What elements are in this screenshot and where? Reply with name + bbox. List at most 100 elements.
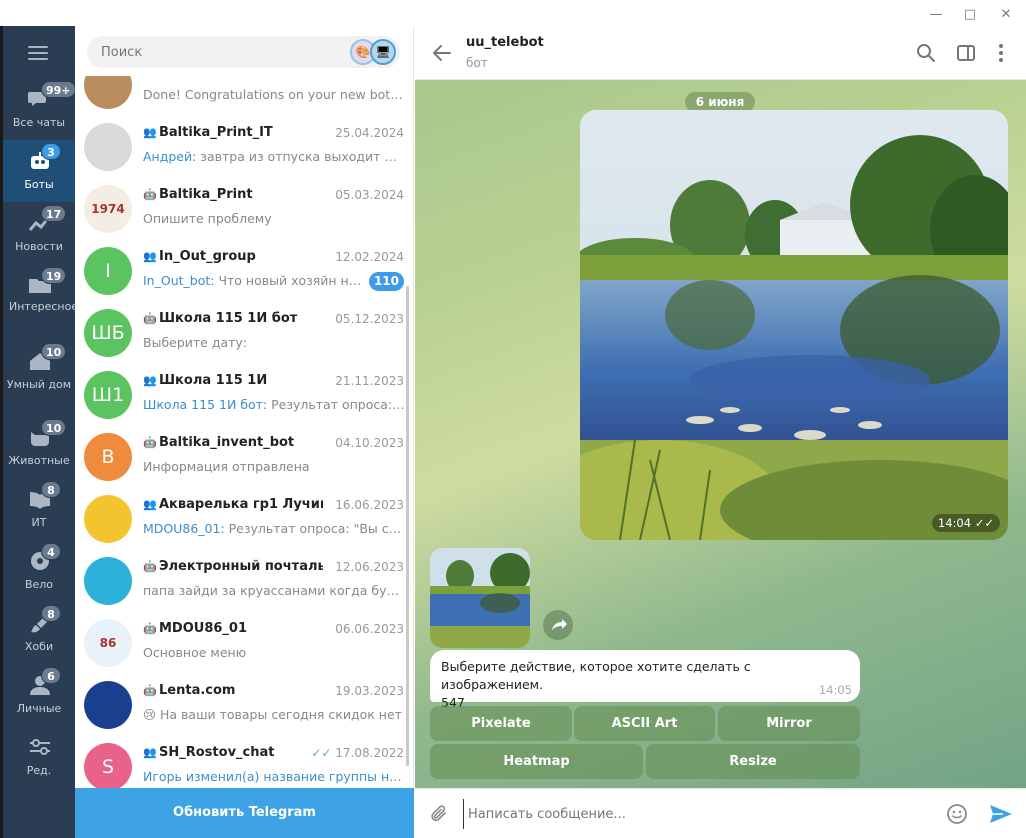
folder-ball[interactable]: 4 Вело [3, 540, 75, 602]
folder-label: Новости [15, 240, 63, 253]
chat-avatar: S [84, 743, 132, 788]
bot-icon: 🤖 [143, 560, 157, 573]
resize-button[interactable]: Resize [646, 744, 860, 779]
folder-person[interactable]: 6 Личные [3, 664, 75, 726]
bot-icon: 🤖 [143, 622, 157, 635]
chat-row[interactable]: Done! Congratulations on your new bot. Y… [75, 76, 409, 116]
chat-list-scrollbar[interactable] [406, 286, 409, 766]
maximize-icon[interactable]: □ [960, 6, 980, 24]
pixelate-button[interactable]: Pixelate [430, 706, 572, 741]
chat-date: 05.03.2024 [335, 188, 404, 202]
message-text: Выберите действие, которое хотите сделат… [441, 659, 751, 710]
folder-label: Все чаты [12, 116, 66, 129]
chat-preview: In_Out_bot: Что новый хозяйн над... [143, 273, 368, 288]
chat-avatar: Ш1 [84, 371, 132, 419]
thumbnail-image [430, 548, 530, 648]
message-input[interactable] [463, 799, 933, 829]
chat-row[interactable]: 86 🤖 MDOU86_01 06.06.2023 Основное меню [75, 612, 409, 674]
folder-chart[interactable]: 17 Новости [3, 202, 75, 264]
chat-name: 👥 In_Out_group [143, 249, 256, 264]
minimize-icon[interactable]: — [926, 6, 946, 24]
update-telegram-button[interactable]: Обновить Telegram [75, 788, 414, 838]
folder-label: Умный дом [6, 378, 72, 391]
search-input[interactable] [101, 36, 351, 68]
chat-row[interactable]: S 👥 SH_Rostov_chat ✓✓ 17.08.2022 Игорь измен… [75, 736, 409, 788]
chat-preview: Основное меню [143, 645, 247, 660]
message-time: 14:05 [818, 683, 852, 697]
folder-folder[interactable]: 19 Интересное [3, 264, 78, 326]
chat-name: 🤖 Школа 115 1И бот [143, 311, 298, 326]
watercolor-photo[interactable]: 14:04 ✓✓ [580, 110, 1008, 540]
chat-row[interactable]: I 👥 In_Out_group 12.02.2024 In_Out_bot: Что … [75, 240, 409, 302]
group-icon: 👥 [143, 746, 157, 759]
chat-row[interactable]: Ш1 👥 Школа 115 1И 21.11.2023 Школа 115 1И бо… [75, 364, 409, 426]
ascii-art-button[interactable]: ASCII Art [574, 706, 715, 741]
chat-title[interactable]: uu_telebot [466, 35, 544, 50]
back-arrow-icon[interactable] [431, 42, 453, 64]
folder-brush[interactable]: 8 Хоби [3, 602, 75, 664]
close-icon[interactable]: ✕ [996, 6, 1016, 24]
more-options-icon[interactable] [990, 42, 1012, 64]
chat-avatar: 1974 [84, 185, 132, 233]
folder-unread-badge: 3 [41, 143, 61, 160]
folder-cat[interactable]: 10 Животные [3, 416, 75, 478]
folder-house[interactable]: 10 Умный дом [3, 340, 75, 402]
chat-row[interactable]: ШБ 🤖 Школа 115 1И бот 05.12.2023 Выберите да… [75, 302, 409, 364]
chat-background: 6 июня 14:04 ✓✓ Выберите действие, котор… [415, 80, 1026, 788]
chat-preview: Опишите проблему [143, 211, 272, 226]
chat-header: uu_telebot бот [415, 26, 1026, 80]
chat-avatar [84, 557, 132, 605]
story-avatar-icon[interactable]: 🖥 [370, 39, 396, 65]
chat-row[interactable]: B 🤖 Baltika_invent_bot 04.10.2023 Информация… [75, 426, 409, 488]
folder-chat-bubbles[interactable]: 99+ Все чаты [3, 78, 76, 140]
message-bubble: Выберите действие, которое хотите сделат… [430, 650, 860, 710]
chat-date: 16.06.2023 [335, 498, 404, 512]
group-icon: 👥 [143, 498, 157, 511]
mirror-button[interactable]: Mirror [718, 706, 860, 741]
folder-label: Вело [24, 578, 54, 591]
chat-date: 25.04.2024 [335, 126, 404, 140]
chat-preview: Done! Congratulations on your new bot. Y… [143, 87, 405, 102]
date-divider: 6 июня [685, 92, 755, 112]
search-icon[interactable] [915, 42, 937, 64]
chat-row[interactable]: 🤖Электронный почтальо... 12.06.2023 папа з… [75, 550, 409, 612]
folder-label: Ред. [26, 764, 52, 777]
chat-name: 👥 Школа 115 1И [143, 373, 268, 388]
folder-label: Личные [16, 702, 62, 715]
chat-date: 04.10.2023 [335, 436, 404, 450]
emoji-icon[interactable] [945, 802, 969, 826]
bot-icon: 🤖 [143, 188, 157, 201]
chat-row[interactable]: 👥 Акварелька гр1 Лучики 16.06.2023 MDOU86_0… [75, 488, 409, 550]
sliders-icon [27, 736, 53, 758]
chat-preview: MDOU86_01: Результат опроса: "Вы сего... [143, 521, 405, 536]
chat-rows: Done! Congratulations on your new bot. Y… [75, 76, 409, 788]
chat-row[interactable]: 👥 Baltika_Print_IT 25.04.2024 Андрей: завтр… [75, 116, 409, 178]
chat-name: 👥 Baltika_Print_IT [143, 125, 273, 140]
chat-preview: Игорь изменил(а) название группы на «... [143, 769, 405, 784]
chat-name: 👥 SH_Rostov_chat [143, 745, 275, 760]
chat-preview: Андрей: завтра из отпуска выходит Погр..… [143, 149, 405, 164]
window-edge [0, 26, 3, 838]
send-icon[interactable] [988, 802, 1014, 826]
heatmap-button[interactable]: Heatmap [430, 744, 643, 779]
folder-bot[interactable]: 3 Боты [3, 140, 75, 202]
chat-date: 12.06.2023 [335, 560, 404, 574]
forward-button[interactable] [543, 610, 573, 640]
thumbnail-photo[interactable] [430, 548, 530, 648]
chat-name: 🤖 Baltika_Print [143, 187, 253, 202]
folder-book[interactable]: 8 ИТ [3, 478, 75, 540]
telegram-window: — □ ✕ 99+ Все чаты 3 Боты 17 Новости 19 Интерес… [0, 4, 1026, 838]
paperclip-icon[interactable] [428, 803, 450, 825]
chat-row[interactable]: 🤖 Lenta.com 19.03.2023 😢 На ваши товары сег… [75, 674, 409, 736]
chat-row[interactable]: 1974 🤖 Baltika_Print 05.03.2024 Опишите проб… [75, 178, 409, 240]
watercolor-lake-image [580, 110, 1008, 540]
folder-unread-badge: 8 [41, 481, 61, 498]
folder-label: Животные [8, 454, 70, 467]
chat-area: uu_telebot бот 6 июня 14:04 ✓✓ Выберите … [415, 26, 1026, 838]
hamburger-menu-icon[interactable] [28, 46, 48, 60]
folder-sliders[interactable]: Ред. [3, 726, 75, 788]
sidebar-toggle-icon[interactable] [955, 42, 977, 64]
folder-label: Хоби [24, 640, 54, 653]
folder-unread-badge: 17 [41, 205, 67, 222]
search-box[interactable]: 🎨 🖥 [87, 36, 400, 68]
